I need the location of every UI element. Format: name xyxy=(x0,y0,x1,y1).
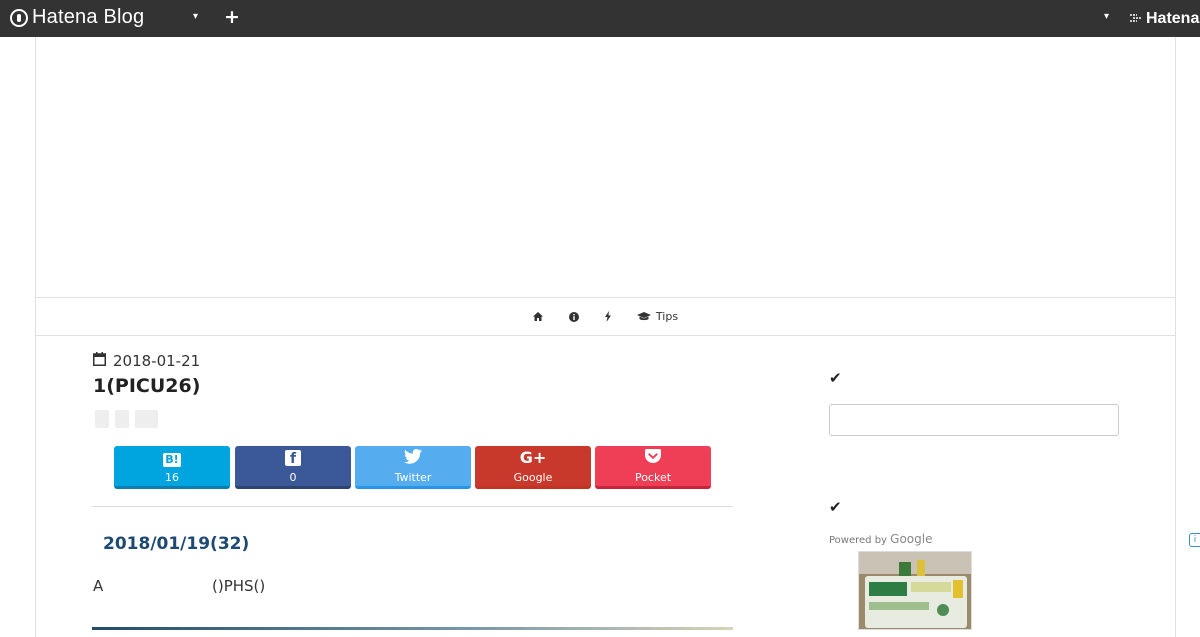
hatena-account-link[interactable]: Hatena xyxy=(1129,10,1199,28)
nav-item-latest[interactable] xyxy=(604,311,611,322)
entry-date[interactable]: 2018-01-21 xyxy=(93,352,200,370)
checkmark-icon: ✔ xyxy=(829,369,842,387)
hatena-mark-icon xyxy=(1129,13,1142,26)
bolt-icon xyxy=(604,311,611,322)
home-icon xyxy=(532,312,543,321)
powered-by-google: Powered by Google xyxy=(829,532,932,546)
category-tag[interactable] xyxy=(115,410,129,428)
blog-menu-dropdown-icon[interactable]: ▾ xyxy=(193,11,198,22)
nav-item-label: Tips xyxy=(655,310,679,323)
entry-categories xyxy=(95,410,158,428)
facebook-share-button[interactable]: f 0 xyxy=(235,446,351,489)
hatena-bookmark-count: 16 xyxy=(165,471,179,484)
entry-header-divider xyxy=(92,506,733,507)
powered-by-text: Powered by xyxy=(829,535,887,546)
twitter-label: Twitter xyxy=(394,471,432,484)
twitter-icon xyxy=(355,449,471,467)
logo-text: Hatena Blog xyxy=(32,6,145,28)
google-plus-icon: G+ xyxy=(519,448,547,467)
facebook-count: 0 xyxy=(289,471,297,484)
entry-title[interactable]: 1(PICU26) xyxy=(93,375,200,397)
pocket-label: Pocket xyxy=(634,471,672,484)
graduation-cap-icon xyxy=(636,312,651,321)
twitter-share-button[interactable]: Twitter xyxy=(355,446,471,489)
hatena-logo-icon xyxy=(10,8,28,27)
pocket-share-button[interactable]: Pocket xyxy=(595,446,711,489)
blog-global-nav: Tips xyxy=(36,297,1175,336)
category-tag[interactable] xyxy=(95,410,109,428)
nav-item-home[interactable] xyxy=(532,312,543,321)
checkmark-icon: ✔ xyxy=(829,498,842,516)
google-plus-share-button[interactable]: G+ Google xyxy=(475,446,591,489)
global-header: Hatena Blog ▾ + ▾ Hatena xyxy=(0,0,1200,37)
hatena-bookmark-share-button[interactable]: B! 16 xyxy=(114,446,230,489)
pocket-icon xyxy=(595,449,711,467)
account-menu-dropdown-icon[interactable]: ▾ xyxy=(1104,11,1109,22)
nav-item-about[interactable] xyxy=(568,311,579,322)
hatena-bookmark-icon: B! xyxy=(163,453,181,467)
google-label: Google xyxy=(513,471,553,484)
entry-paragraph-text: A xyxy=(93,577,104,595)
new-post-button[interactable]: + xyxy=(224,6,240,28)
info-icon xyxy=(568,311,579,322)
hatena-blog-logo[interactable]: Hatena Blog xyxy=(10,6,144,29)
adchoices-icon[interactable]: i xyxy=(1189,533,1200,547)
ad-image[interactable] xyxy=(858,551,972,630)
nav-item-tips[interactable]: Tips xyxy=(636,310,679,323)
google-brand-text: Google xyxy=(890,532,933,546)
ad-banner-area xyxy=(36,37,1175,297)
search-input[interactable] xyxy=(829,404,1119,436)
entry-paragraph-text: ()PHS() xyxy=(212,577,266,595)
facebook-icon: f xyxy=(235,449,351,467)
entry-subheading: 2018/01/19(32) xyxy=(103,534,250,554)
category-tag[interactable] xyxy=(135,410,158,428)
hatena-brand-text: Hatena xyxy=(1146,10,1200,27)
entry-date-text: 2018-01-21 xyxy=(113,352,201,370)
calendar-icon xyxy=(93,352,106,370)
